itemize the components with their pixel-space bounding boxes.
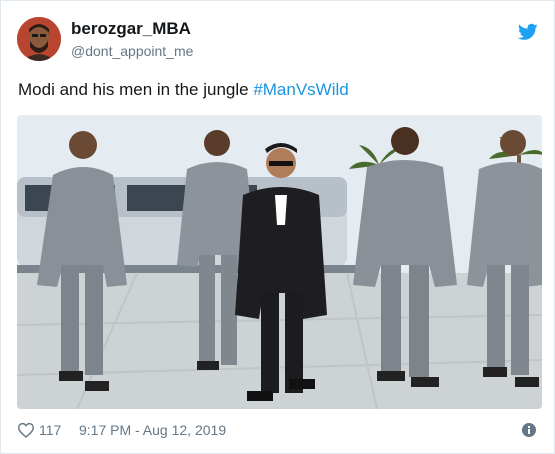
user-handle[interactable]: @dont_appoint_me: [71, 41, 193, 61]
tweet-media[interactable]: [17, 115, 542, 409]
tweet-text: Modi and his men in the jungle #ManVsWil…: [18, 79, 349, 101]
tweet-footer: 117 9:17 PM - Aug 12, 2019: [17, 421, 538, 441]
like-button[interactable]: 117: [17, 421, 61, 439]
twitter-bird-icon[interactable]: [518, 23, 538, 41]
tweet-body: Modi and his men in the jungle: [18, 80, 254, 99]
user-info: berozgar_MBA @dont_appoint_me: [71, 19, 193, 61]
media-image: [17, 115, 542, 409]
like-count: 117: [39, 422, 62, 438]
avatar[interactable]: [17, 17, 61, 61]
tweet-timestamp[interactable]: 9:17 PM - Aug 12, 2019: [79, 421, 226, 439]
display-name[interactable]: berozgar_MBA: [71, 19, 193, 39]
heart-icon: [17, 422, 35, 438]
info-icon[interactable]: [522, 423, 536, 437]
tweet-card: berozgar_MBA @dont_appoint_me Modi and h…: [0, 0, 555, 454]
hashtag-link[interactable]: #ManVsWild: [253, 80, 348, 99]
